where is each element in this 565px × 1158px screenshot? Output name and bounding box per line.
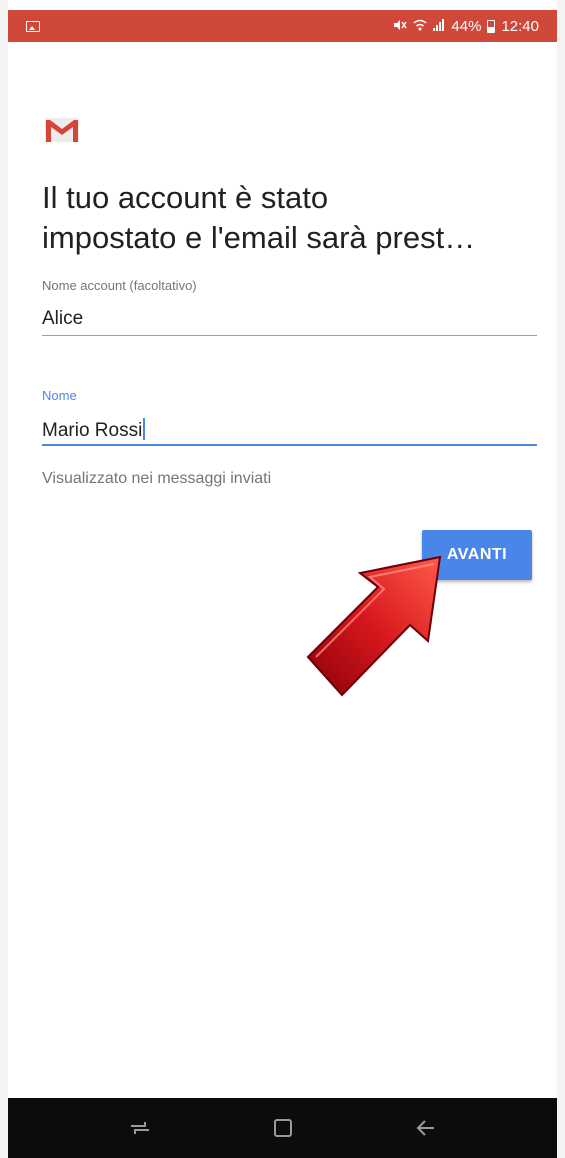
page-title-line-2: impostato e l'email sarà prest… (42, 220, 476, 255)
battery-icon (487, 19, 496, 33)
battery-percent: 44% (451, 17, 482, 35)
wifi-icon (413, 19, 427, 34)
name-label: Nome (42, 388, 77, 403)
clock: 12:40 (501, 17, 539, 35)
navigation-bar (8, 1098, 557, 1158)
page-title-line-1: Il tuo account è stato (42, 180, 329, 215)
back-icon[interactable] (406, 1108, 446, 1148)
image-notification-icon (26, 20, 40, 32)
account-name-input[interactable]: Alice (42, 304, 537, 336)
screen-border-left (0, 0, 8, 1158)
red-arrow-icon (306, 555, 442, 697)
status-bar: 44% 12:40 (8, 10, 557, 42)
text-cursor (143, 418, 146, 440)
phone-screen: 44% 12:40 Il tuo account è stato imposta… (0, 0, 565, 1158)
gmail-logo (45, 118, 79, 142)
recents-icon[interactable] (120, 1108, 160, 1148)
name-input[interactable]: Mario Rossi (42, 414, 537, 446)
page-title: Il tuo account è stato impostato e l'ema… (42, 178, 547, 258)
account-setup-screen: Il tuo account è stato impostato e l'ema… (8, 42, 557, 1098)
account-name-label: Nome account (facoltativo) (42, 278, 197, 293)
screen-border-right (557, 0, 565, 1158)
account-name-value: Alice (42, 308, 84, 329)
signal-icon (433, 18, 445, 34)
mute-icon (393, 19, 408, 34)
name-helper-text: Visualizzato nei messaggi inviati (42, 470, 272, 487)
home-icon[interactable] (263, 1108, 303, 1148)
name-value: Mario Rossi (42, 420, 143, 441)
